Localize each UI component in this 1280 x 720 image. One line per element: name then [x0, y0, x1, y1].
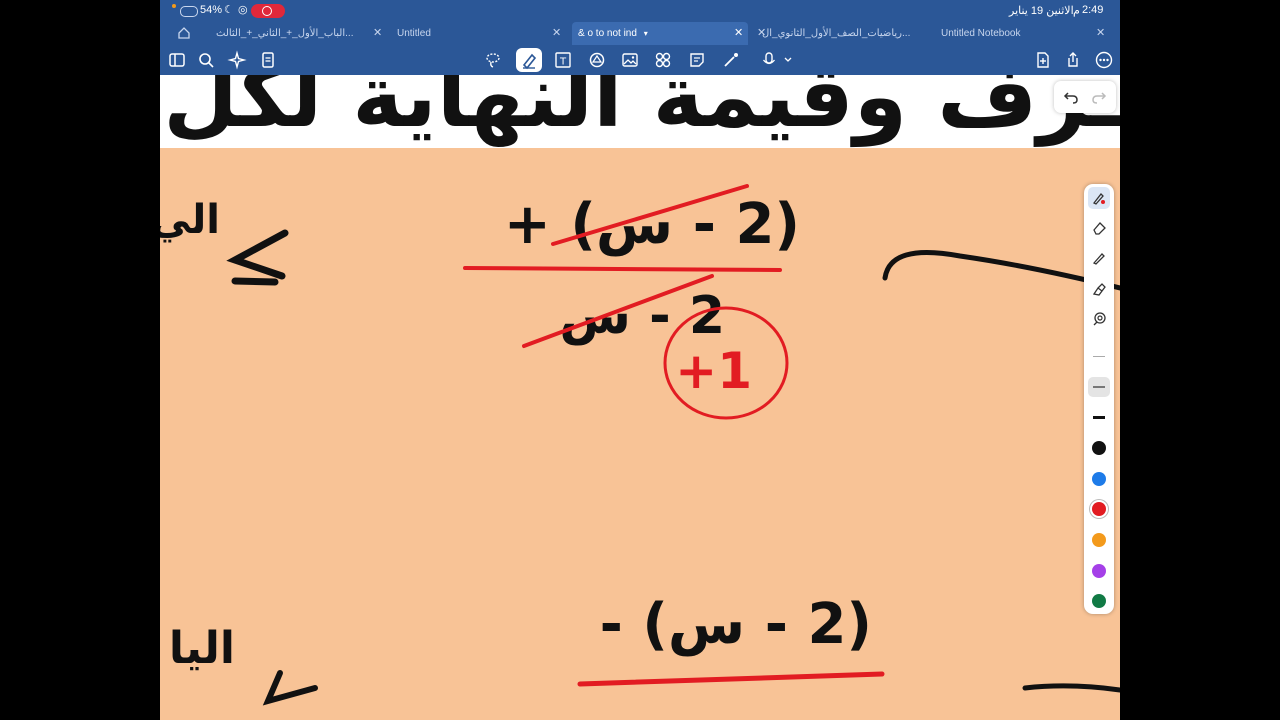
- color-dot-selected: [1092, 502, 1106, 516]
- tab-label: & o to not ind: [578, 28, 637, 39]
- highlighter-icon: [1092, 283, 1106, 296]
- text-icon[interactable]: T: [553, 50, 573, 70]
- tab-document-2[interactable]: Untitled ✕: [397, 22, 567, 45]
- color-dot: [1092, 594, 1106, 608]
- toggle-icon: [180, 6, 198, 17]
- ink-layer: (2 - س) + 2 - س 1+ الي اليا (2 - س) -: [160, 184, 1120, 706]
- status-time: 2:49: [1082, 4, 1104, 16]
- status-dot: [172, 4, 176, 8]
- shape-icon[interactable]: [587, 50, 607, 70]
- search-icon[interactable]: [196, 50, 216, 70]
- elements-icon[interactable]: [653, 50, 673, 70]
- slide-title-text: ـرف وقيمة النهاية لكل من الدو: [160, 75, 1120, 147]
- handwriting-canvas[interactable]: (2 - س) + 2 - س 1+ الي اليا (2 - س) -: [160, 148, 1120, 720]
- recording-indicator[interactable]: [251, 4, 285, 18]
- microphone-icon[interactable]: [759, 50, 795, 70]
- record-icon: [262, 6, 272, 16]
- location-icon: ◎: [238, 4, 248, 16]
- more-icon[interactable]: [1094, 50, 1114, 70]
- ink-result: 1+: [675, 342, 752, 400]
- color-swatch-red[interactable]: [1084, 495, 1114, 523]
- tab-bar: الباب_الأول_+_الثاني_+_الثالث... ✕ Untit…: [160, 22, 1120, 45]
- battery-percent: 54%: [200, 4, 223, 16]
- palette-tool-pen[interactable]: [1084, 184, 1114, 212]
- svg-text:T: T: [559, 57, 567, 68]
- eraser-icon: [1093, 222, 1106, 235]
- undo-redo-group: [1054, 81, 1116, 113]
- sticker-icon[interactable]: [687, 50, 707, 70]
- color-dot: [1092, 533, 1106, 547]
- color-swatch-orange[interactable]: [1084, 526, 1114, 554]
- pen-palette: [1084, 184, 1114, 614]
- color-swatch-purple[interactable]: [1084, 557, 1114, 585]
- add-page-icon[interactable]: [1033, 50, 1053, 70]
- color-dot: [1092, 564, 1106, 578]
- close-icon[interactable]: ✕: [734, 22, 743, 45]
- ink-top-numerator: (2 - س) +: [504, 192, 800, 257]
- stroke-medium[interactable]: [1084, 373, 1114, 401]
- share-icon[interactable]: [1063, 50, 1083, 70]
- color-dot: [1092, 441, 1106, 455]
- redo-icon[interactable]: [1090, 88, 1108, 110]
- ink-fraction-bar-2: [577, 671, 885, 687]
- pen-icon: [1088, 187, 1110, 209]
- stroke-thin-icon: [1093, 355, 1105, 357]
- palette-tool-eraser[interactable]: [1084, 214, 1114, 242]
- stroke-thick[interactable]: [1084, 403, 1114, 431]
- ink-less-equal: [226, 229, 289, 286]
- app-screen: 54% ☾ ◎ الاثنين 19 يناير م 2:49 الباب_ال…: [160, 0, 1120, 720]
- document-icon[interactable]: [258, 50, 278, 70]
- home-icon[interactable]: [177, 26, 191, 43]
- ink-top-denominator: 2 - س: [559, 286, 725, 346]
- pen-tool-button[interactable]: [516, 48, 542, 72]
- status-date: الاثنين 19 يناير: [1009, 5, 1074, 17]
- tab-label: Untitled: [397, 28, 431, 39]
- ink-bottom-numerator: (2 - س) -: [600, 592, 872, 657]
- close-icon[interactable]: ✕: [373, 22, 382, 45]
- sidebar-icon[interactable]: [167, 50, 187, 70]
- moon-icon: ☾: [224, 4, 234, 16]
- tab-label: Untitled Notebook: [941, 28, 1021, 39]
- stroke-medium-icon: [1088, 377, 1110, 397]
- tab-document-1[interactable]: الباب_الأول_+_الثاني_+_الثالث... ✕: [216, 22, 386, 45]
- ink-right-line-bottom: [1022, 683, 1120, 693]
- close-icon[interactable]: ✕: [552, 22, 561, 45]
- status-bar: 54% ☾ ◎ الاثنين 19 يناير م 2:49: [160, 0, 1120, 22]
- status-ampm: م: [1073, 5, 1080, 17]
- undo-icon[interactable]: [1062, 88, 1080, 110]
- tab-label: الباب_الأول_+_الثاني_+_الثالث...: [216, 28, 354, 39]
- laser-icon[interactable]: [721, 50, 741, 70]
- sparkle-icon[interactable]: [227, 50, 247, 70]
- pencil-icon: [1092, 253, 1105, 265]
- palette-tool-lasso[interactable]: [1084, 305, 1114, 333]
- ink-fraction-bar: [463, 266, 782, 272]
- pen-icon: [522, 53, 537, 70]
- toolbar: T: [160, 45, 1120, 75]
- color-swatch-black[interactable]: [1084, 434, 1114, 462]
- palette-tool-pencil[interactable]: [1084, 244, 1114, 272]
- image-icon[interactable]: [620, 50, 640, 70]
- color-swatch-green[interactable]: [1084, 587, 1114, 615]
- slide-title-strip: ـرف وقيمة النهاية لكل من الدو: [160, 75, 1120, 148]
- lasso-icon[interactable]: [483, 50, 503, 70]
- tab-label: رياضيات_الصف_الأول_الثانوي_ال...: [762, 28, 911, 39]
- palette-tool-highlighter[interactable]: [1084, 275, 1114, 303]
- chevron-down-icon[interactable]: ▾: [644, 29, 648, 38]
- stroke-thin[interactable]: [1084, 342, 1114, 370]
- tab-document-4[interactable]: ✕ رياضيات_الصف_الأول_الثانوي_ال...: [754, 22, 930, 45]
- tab-document-3[interactable]: & o to not ind ▾ ✕: [572, 22, 748, 45]
- color-dot: [1092, 472, 1106, 486]
- color-swatch-blue[interactable]: [1084, 465, 1114, 493]
- ink-left-word-top: الي: [160, 197, 220, 243]
- close-icon[interactable]: ✕: [1096, 22, 1105, 45]
- lasso-tool-icon: [1093, 312, 1106, 326]
- stroke-thick-icon: [1093, 415, 1105, 419]
- tab-document-5[interactable]: Untitled Notebook ✕: [941, 22, 1111, 45]
- ink-left-word-bottom: اليا: [169, 623, 235, 674]
- ink-left-mark-bottom: [262, 670, 318, 706]
- close-icon[interactable]: ✕: [757, 22, 766, 45]
